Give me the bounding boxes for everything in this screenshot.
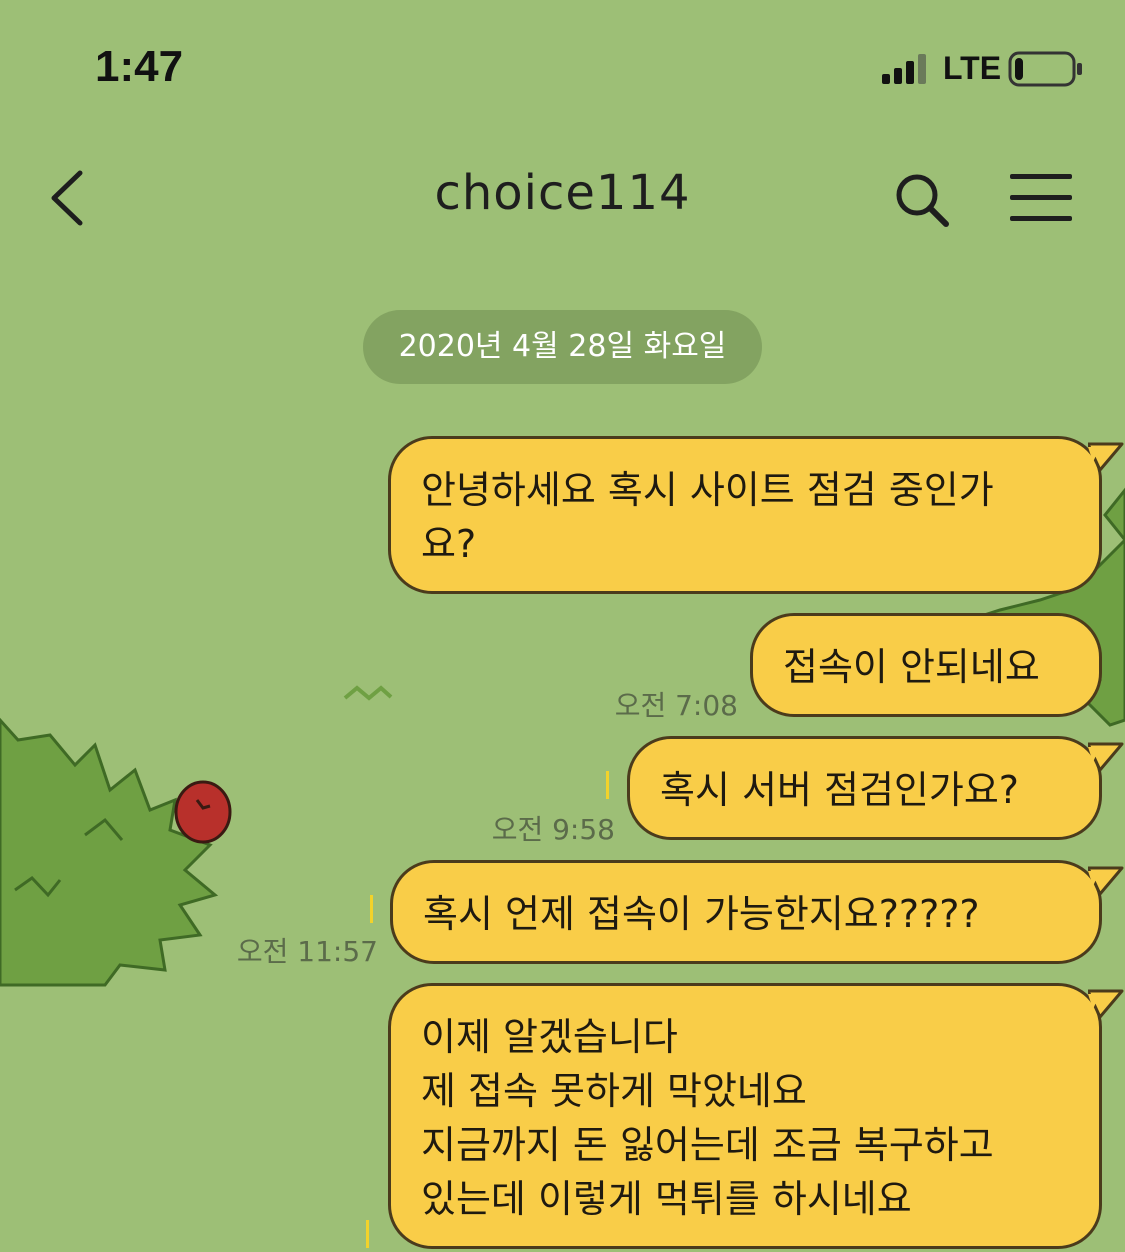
message-bubble[interactable]: 혹시 서버 점검인가요? [627, 736, 1102, 840]
bubble-tail [1088, 442, 1124, 472]
date-separator: 2020년 4월 28일 화요일 [363, 310, 762, 384]
message-time: 오전 9:58 [491, 813, 615, 846]
message-time: 오전 11:57 [236, 935, 378, 968]
network-type: LTE [943, 50, 1002, 86]
battery-icon [1008, 51, 1082, 87]
bubble-tail [1088, 742, 1124, 772]
grass-decoration [343, 685, 393, 701]
message-bubble[interactable]: 안녕하세요 혹시 사이트 점검 중인가 요? [388, 436, 1102, 594]
status-time: 1:47 [95, 42, 184, 91]
message-bubble[interactable]: 혹시 언제 접속이 가능한지요????? [390, 860, 1102, 964]
message-bubble[interactable]: 이제 알겠습니다 제 접속 못하게 막았네요 지금까지 돈 잃어는데 조금 복구… [388, 983, 1102, 1249]
cellular-signal-icon [882, 54, 926, 84]
read-indicator [366, 1220, 369, 1248]
bubble-tail [1088, 866, 1124, 896]
search-icon[interactable] [890, 168, 954, 232]
message-bubble[interactable]: 접속이 안되네요 [750, 613, 1102, 717]
bubble-tail [1088, 989, 1124, 1019]
hamburger-menu-icon[interactable] [1008, 172, 1074, 224]
chat-title: choice114 [434, 165, 691, 221]
message-time: 오전 7:08 [614, 689, 738, 722]
berry-decoration [174, 780, 232, 844]
read-indicator [606, 771, 609, 799]
read-indicator [370, 895, 373, 923]
